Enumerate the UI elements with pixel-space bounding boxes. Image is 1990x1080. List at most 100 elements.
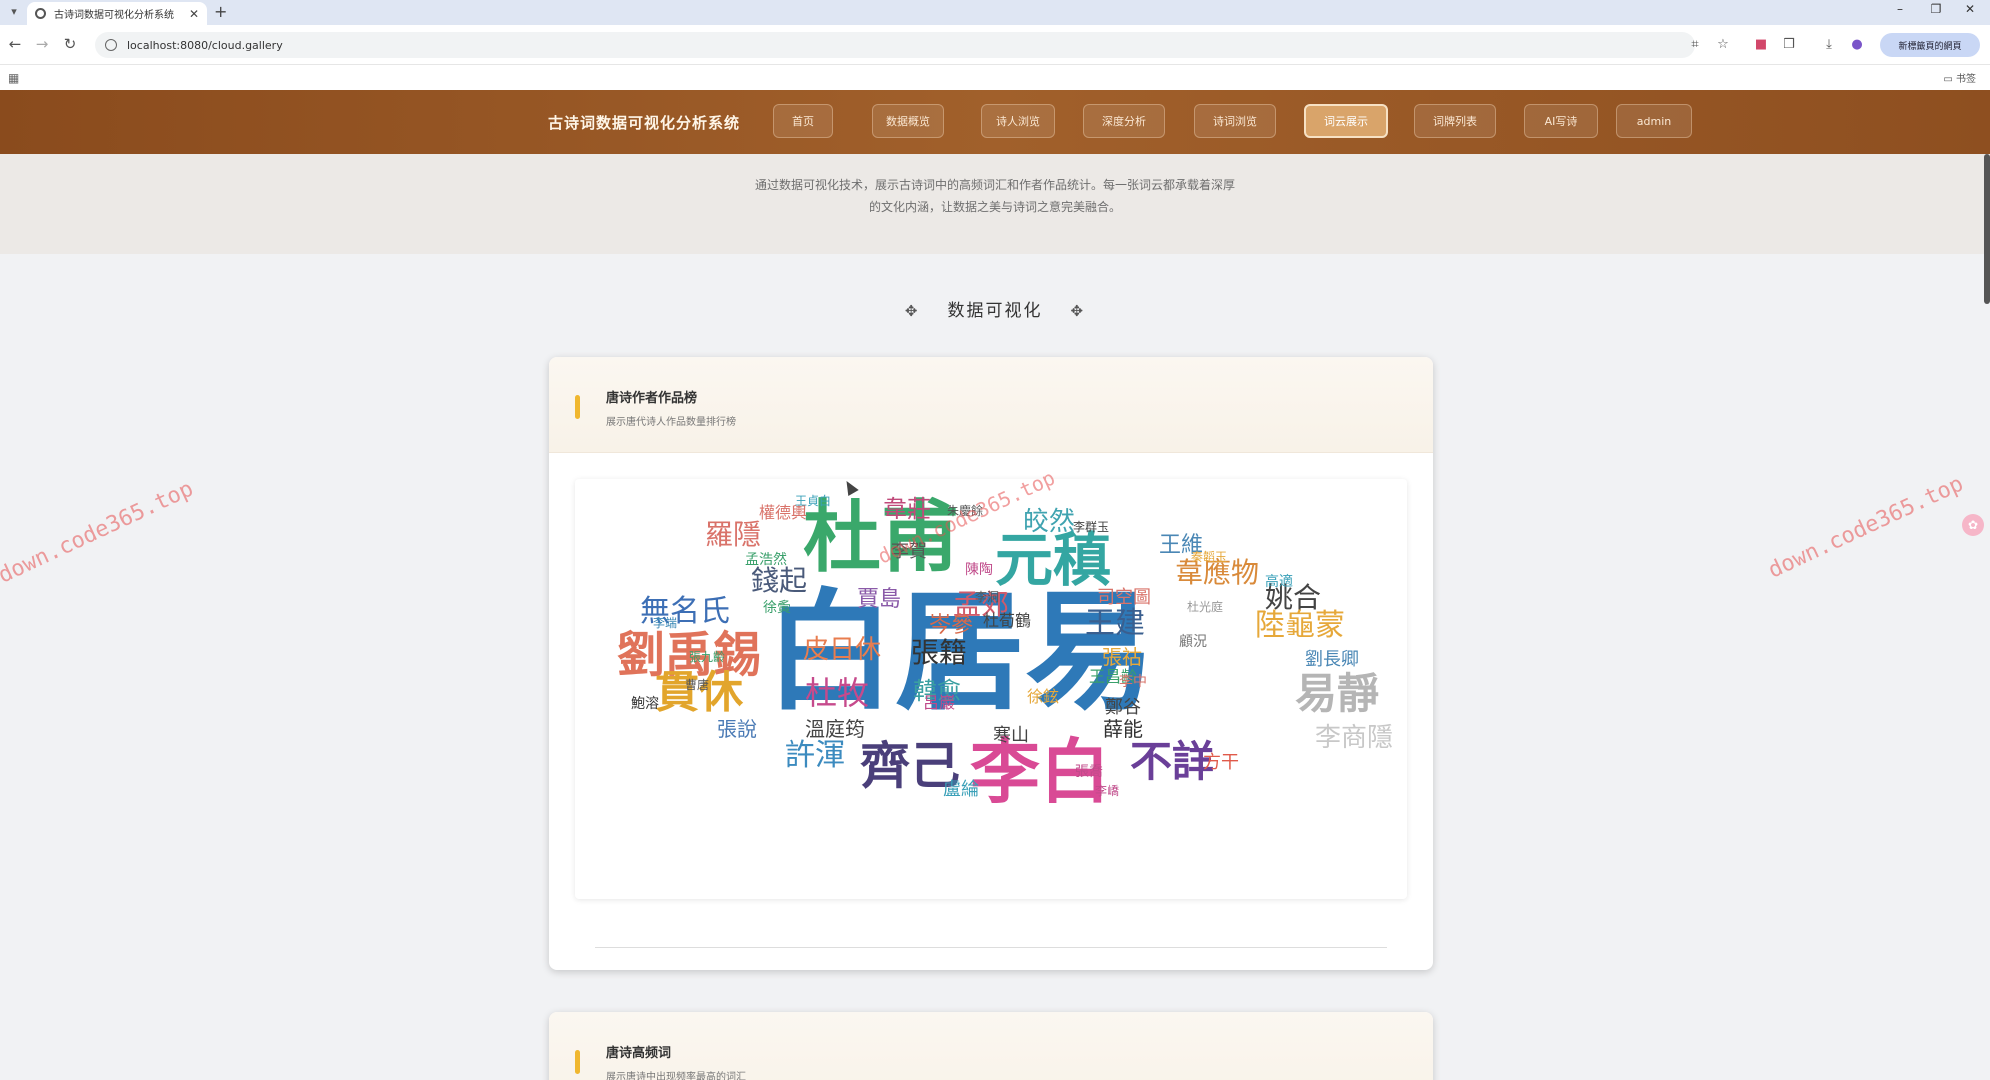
- card-header: 唐诗高频词 展示唐诗中出现频率最高的词汇: [549, 1012, 1433, 1080]
- favicon-icon: [35, 8, 46, 19]
- intro-line-1: 通过数据可视化技术，展示古诗词中的高频词汇和作者作品统计。每一张词云都承载着深厚: [754, 178, 1235, 192]
- all-bookmarks-folder-icon[interactable]: ▭ 书签: [1943, 70, 1976, 85]
- nav-wordcloud[interactable]: 词云展示: [1304, 104, 1388, 138]
- author-ranking-card: 唐诗作者作品榜 展示唐代诗人作品数量排行榜 白居易 杜甫 元稹 李白 齊己 劉禹錫 貫休 無名…: [549, 357, 1433, 970]
- site-header: 古诗词数据可视化分析系统 首页 数据概览 诗人浏览 深度分析 诗词浏览 词云展示…: [0, 90, 1990, 154]
- card-subtitle: 展示唐代诗人作品数量排行榜: [606, 417, 736, 428]
- url-text: localhost:8080/cloud.gallery: [127, 38, 283, 52]
- bookmark-star-icon[interactable]: ☆: [1714, 36, 1732, 54]
- nav-poem-browse[interactable]: 诗词浏览: [1194, 104, 1276, 138]
- wordcloud-word: 元稹: [995, 526, 1112, 594]
- nav-home[interactable]: 首页: [773, 104, 833, 138]
- wordcloud-word: 張說: [717, 717, 757, 741]
- decor-diamond-icon: ✥: [904, 302, 920, 320]
- wordcloud-word: 易靜: [1295, 669, 1380, 718]
- tab-title: 古诗词数据可视化分析系统: [54, 10, 174, 21]
- high-frequency-words-card: 唐诗高频词 展示唐诗中出现频率最高的词汇: [549, 1012, 1433, 1080]
- wordcloud-word: 溫庭筠: [805, 717, 865, 741]
- section-title: 数据可视化: [947, 301, 1043, 321]
- extensions-puzzle-icon[interactable]: ❒: [1780, 36, 1798, 54]
- reload-icon[interactable]: ↻: [60, 35, 80, 53]
- download-icon[interactable]: ⤓: [1820, 36, 1838, 54]
- translate-icon[interactable]: ⌗: [1686, 36, 1704, 54]
- wordcloud-word: 鮑溶: [631, 696, 659, 712]
- wordcloud-word: 皮日休: [803, 635, 882, 665]
- floating-assistant-icon[interactable]: ✿: [1962, 514, 1984, 536]
- wordcloud-word: 徐鉉: [1027, 687, 1060, 706]
- wordcloud-word: 李商隱: [1315, 723, 1394, 753]
- restore-icon[interactable]: ❐: [1926, 2, 1946, 16]
- wordcloud-word: 張九齡: [689, 650, 726, 664]
- section-heading: ✥ 数据可视化 ✥: [0, 296, 1990, 321]
- wordcloud-word: 徐夤: [763, 600, 791, 616]
- wordcloud-word: 陳陶: [965, 562, 993, 578]
- divider: [595, 947, 1387, 948]
- wordcloud-word: 李端: [653, 616, 678, 630]
- watermark: down.code365.top: [0, 476, 198, 589]
- nav-deep-analysis[interactable]: 深度分析: [1083, 104, 1165, 138]
- card-subtitle: 展示唐诗中出现频率最高的词汇: [606, 1072, 746, 1080]
- nav-ai-poetry[interactable]: AI写诗: [1524, 104, 1598, 138]
- nav-cipai-list[interactable]: 词牌列表: [1414, 104, 1496, 138]
- wordcloud-word: 張籍: [911, 636, 968, 669]
- wordcloud-word: 李中: [1119, 674, 1147, 690]
- wordcloud-word: 陸龜蒙: [1255, 608, 1345, 643]
- back-icon[interactable]: ←: [5, 35, 25, 53]
- window-close-icon[interactable]: ✕: [1960, 2, 1980, 16]
- wordcloud-word: 呂巖: [923, 693, 956, 712]
- new-tab-icon[interactable]: +: [214, 2, 227, 21]
- wordcloud-word: 皎然: [1023, 507, 1076, 537]
- wordcloud-word: 杜牧: [805, 674, 870, 712]
- wordcloud-word: 薛能: [1103, 717, 1143, 741]
- page-scrollbar[interactable]: [1984, 154, 1990, 304]
- tab-list-icon[interactable]: ▾: [6, 4, 22, 20]
- wordcloud-word: 方干: [1203, 752, 1239, 773]
- nav-admin[interactable]: admin: [1616, 104, 1692, 138]
- wordcloud-word: 張喬: [1075, 764, 1103, 780]
- forward-icon[interactable]: →: [32, 35, 52, 53]
- wordcloud-word: 劉長卿: [1305, 649, 1359, 670]
- wordcloud-word: 盧綸: [943, 779, 979, 800]
- wordcloud-word: 王建: [1085, 606, 1145, 641]
- apps-grid-icon[interactable]: ▦: [8, 71, 19, 85]
- wordcloud-word: 顧況: [1179, 634, 1207, 650]
- profile-button[interactable]: 新標籤頁的網頁: [1880, 33, 1980, 57]
- card-accent-bar: [575, 1050, 580, 1074]
- intro-banner: 通过数据可视化技术，展示古诗词中的高频词汇和作者作品统计。每一张词云都承载着深厚…: [0, 154, 1990, 254]
- browser-tab[interactable]: 古诗词数据可视化分析系统 ✕: [27, 2, 207, 25]
- nav-data-overview[interactable]: 数据概览: [872, 104, 944, 138]
- bookmarks-bar: ▦ ▭ 书签: [0, 65, 1990, 90]
- wordcloud-word: 杜光庭: [1187, 600, 1224, 614]
- tab-close-icon[interactable]: ✕: [189, 7, 199, 21]
- wordcloud-word: 賈島: [857, 587, 902, 612]
- wordcloud-word: 李群玉: [1073, 520, 1110, 534]
- wordcloud-word: 羅隱: [705, 518, 762, 551]
- browser-tabbar: ▾ 古诗词数据可视化分析系统 ✕ + – ❐ ✕: [0, 0, 1990, 25]
- wordcloud-word: 高適: [1265, 574, 1293, 590]
- wordcloud-word: 寒山: [993, 725, 1029, 746]
- intro-line-2: 的文化内涵，让数据之美与诗词之意完美融合。: [868, 200, 1121, 214]
- address-bar[interactable]: localhost:8080/cloud.gallery: [95, 32, 1695, 58]
- decor-diamond-icon: ✥: [1070, 302, 1086, 320]
- card-header: 唐诗作者作品榜 展示唐代诗人作品数量排行榜: [549, 357, 1433, 453]
- site-info-icon[interactable]: [105, 39, 117, 51]
- wordcloud-word: 錢起: [751, 564, 808, 597]
- watermark: down.code365.top: [1764, 471, 1968, 584]
- profile-avatar-icon[interactable]: ●: [1848, 36, 1866, 54]
- card-title: 唐诗作者作品榜: [606, 391, 698, 406]
- wordcloud-word: 司空圖: [1097, 587, 1151, 608]
- card-title: 唐诗高频词: [606, 1046, 672, 1061]
- site-title[interactable]: 古诗词数据可视化分析系统: [548, 112, 740, 133]
- wordcloud-word: 孟浩然: [745, 552, 787, 568]
- card-accent-bar: [575, 395, 580, 419]
- wordcloud-word: 許渾: [785, 738, 845, 773]
- wordcloud-word: 李洞: [975, 590, 1000, 604]
- nav-poet-browse[interactable]: 诗人浏览: [981, 104, 1055, 138]
- wordcloud-word: 杜荀鶴: [983, 611, 1032, 630]
- extension-icon[interactable]: ■: [1752, 36, 1770, 54]
- wordcloud-word: 秦韜玉: [1191, 550, 1228, 564]
- wordcloud-word: 鄭谷: [1105, 697, 1141, 718]
- wordcloud-word: 張祜: [1102, 645, 1142, 669]
- minimize-icon[interactable]: –: [1890, 2, 1910, 16]
- wordcloud-word: 岑參: [929, 613, 974, 638]
